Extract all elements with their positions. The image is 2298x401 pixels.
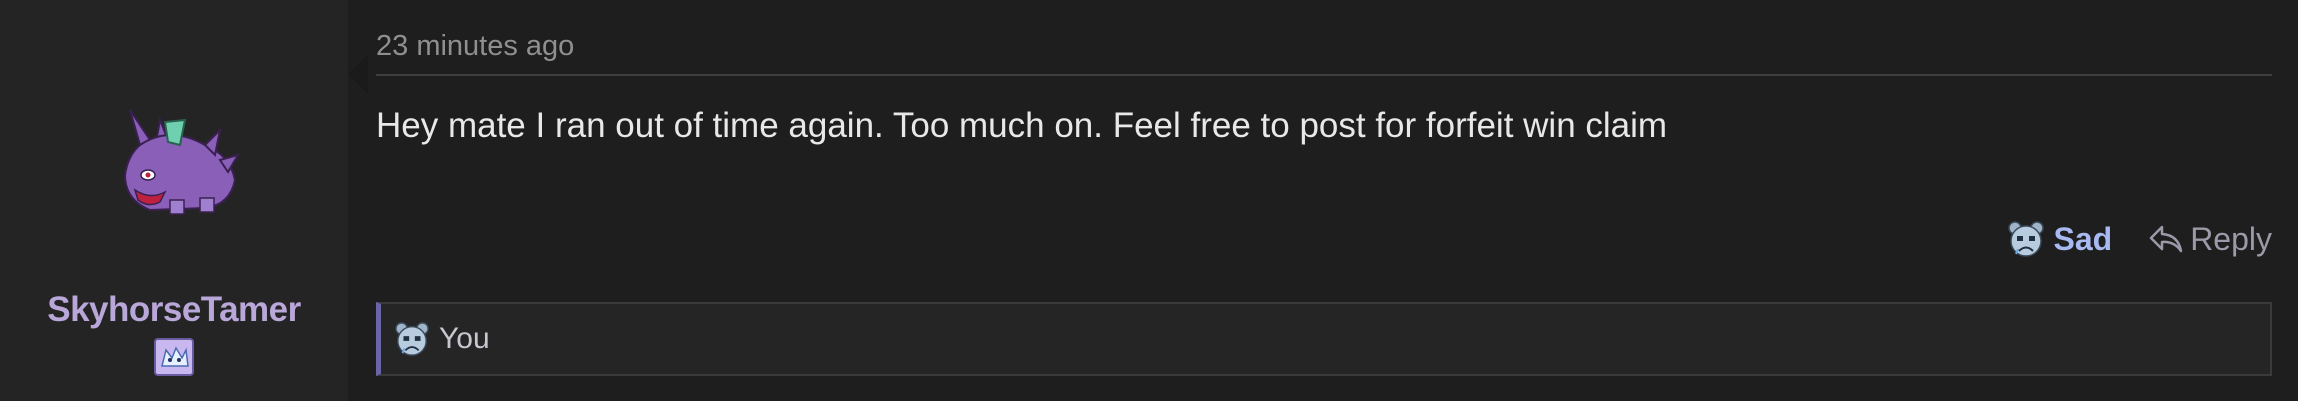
- post-timestamp[interactable]: 23 minutes ago: [376, 30, 574, 63]
- post-actions: Sad Reply: [2006, 220, 2272, 258]
- reactions-summary[interactable]: You: [376, 302, 2272, 376]
- sad-face-icon: [395, 322, 429, 356]
- reactions-by-label[interactable]: You: [439, 322, 490, 356]
- sad-face-icon: [2007, 221, 2044, 257]
- reaction-button[interactable]: Sad: [2006, 220, 2113, 258]
- post-message: Hey mate I ran out of time again. Too mu…: [376, 106, 1668, 145]
- post-divider: [376, 74, 2272, 76]
- user-panel: SkyhorseTamer: [0, 0, 368, 401]
- reply-arrow-icon: [2149, 225, 2183, 253]
- username[interactable]: SkyhorseTamer: [0, 290, 348, 330]
- reaction-label: Sad: [2053, 220, 2113, 257]
- pokemon-badge-icon: [154, 338, 194, 376]
- post-content: 23 minutes ago Hey mate I ran out of tim…: [348, 0, 2298, 401]
- reply-label: Reply: [2190, 220, 2272, 257]
- reply-button[interactable]: Reply: [2148, 221, 2272, 258]
- user-avatar[interactable]: [110, 100, 245, 220]
- forum-post: SkyhorseTamer 23 minutes ago Hey mate I …: [0, 0, 2298, 401]
